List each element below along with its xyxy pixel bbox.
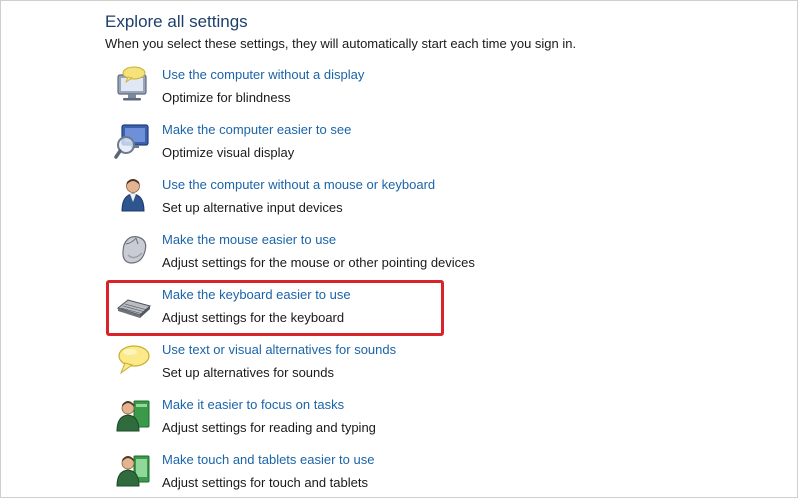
setting-link[interactable]: Use text or visual alternatives for soun… bbox=[162, 342, 396, 357]
setting-link[interactable]: Use the computer without a display bbox=[162, 67, 364, 82]
keyboard-icon bbox=[114, 286, 152, 324]
setting-item-focus[interactable]: Make it easier to focus on tasks Adjust … bbox=[110, 392, 530, 442]
setting-description: Set up alternatives for sounds bbox=[162, 365, 334, 380]
setting-link[interactable]: Make the keyboard easier to use bbox=[162, 287, 351, 302]
section-title: Explore all settings bbox=[105, 12, 248, 31]
person-tablet-icon bbox=[114, 451, 152, 489]
setting-item-mouse[interactable]: Make the mouse easier to use Adjust sett… bbox=[110, 227, 530, 277]
setting-link[interactable]: Make the computer easier to see bbox=[162, 122, 351, 137]
setting-link[interactable]: Make touch and tablets easier to use bbox=[162, 452, 374, 467]
setting-description: Set up alternative input devices bbox=[162, 200, 343, 215]
setting-description: Optimize for blindness bbox=[162, 90, 291, 105]
setting-item-easier-to-see[interactable]: Make the computer easier to see Optimize… bbox=[110, 117, 530, 167]
setting-item-no-display[interactable]: Use the computer without a display Optim… bbox=[110, 62, 530, 112]
setting-item-touch-tablets[interactable]: Make touch and tablets easier to use Adj… bbox=[110, 447, 530, 497]
setting-link[interactable]: Make the mouse easier to use bbox=[162, 232, 336, 247]
setting-item-sounds[interactable]: Use text or visual alternatives for soun… bbox=[110, 337, 530, 387]
setting-link[interactable]: Make it easier to focus on tasks bbox=[162, 397, 344, 412]
magnifier-display-icon bbox=[114, 121, 152, 159]
setting-description: Optimize visual display bbox=[162, 145, 295, 160]
person-icon bbox=[114, 176, 152, 214]
setting-description: Adjust settings for reading and typing bbox=[162, 420, 376, 435]
speech-bubble-icon bbox=[114, 341, 152, 379]
setting-description: Adjust settings for the keyboard bbox=[162, 310, 345, 325]
section-description: When you select these settings, they wil… bbox=[105, 36, 577, 51]
mouse-icon bbox=[114, 231, 152, 269]
setting-item-keyboard[interactable]: Make the keyboard easier to use Adjust s… bbox=[110, 282, 530, 332]
setting-link[interactable]: Use the computer without a mouse or keyb… bbox=[162, 177, 435, 192]
monitor-speech-icon bbox=[114, 66, 152, 104]
setting-description: Adjust settings for the mouse or other p… bbox=[162, 255, 475, 270]
setting-item-no-mouse-keyboard[interactable]: Use the computer without a mouse or keyb… bbox=[110, 172, 530, 222]
setting-description: Adjust settings for touch and tablets bbox=[162, 475, 368, 490]
person-focus-icon bbox=[114, 396, 152, 434]
